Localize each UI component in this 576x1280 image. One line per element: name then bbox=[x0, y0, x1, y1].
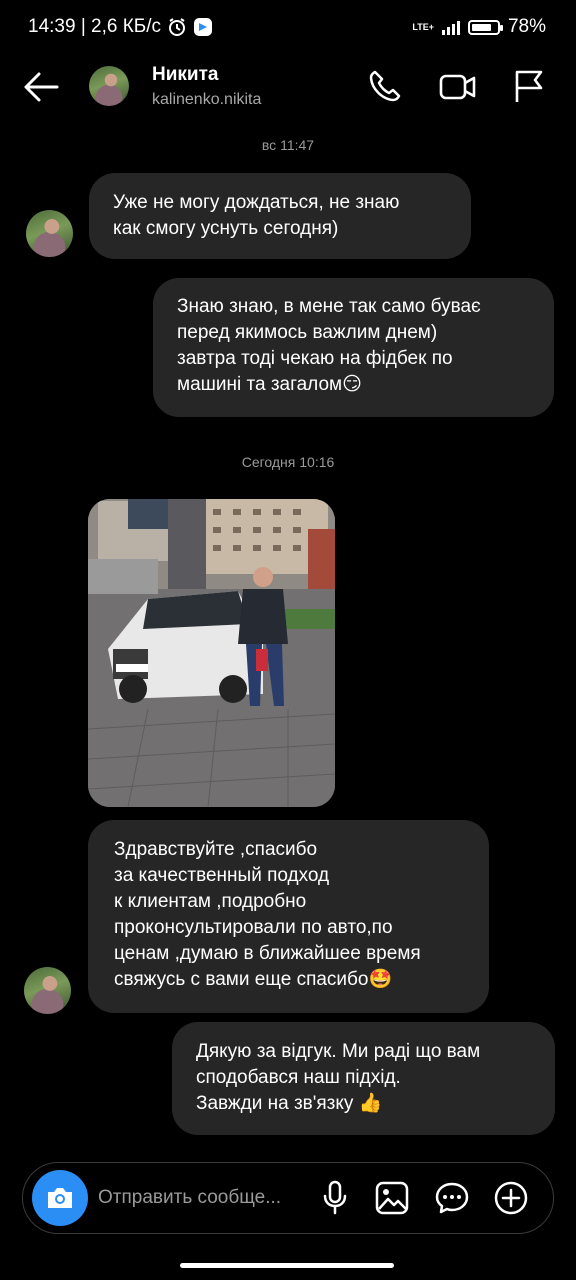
message-photo[interactable] bbox=[88, 499, 335, 807]
status-time: 14:39 | 2,6 КБ/с bbox=[28, 16, 162, 37]
message-received[interactable]: Здравствуйте ,спасибо за качественный по… bbox=[88, 820, 489, 1013]
contact-username[interactable]: kalinenko.nikita bbox=[152, 91, 261, 109]
home-indicator[interactable] bbox=[180, 1263, 394, 1268]
app-notification-icon bbox=[193, 17, 213, 37]
back-arrow-icon[interactable] bbox=[22, 70, 60, 104]
camera-button[interactable] bbox=[32, 1170, 88, 1226]
photo-image bbox=[88, 499, 335, 807]
timestamp: вс 11:47 bbox=[261, 137, 315, 153]
video-icon[interactable] bbox=[438, 70, 478, 104]
gallery-icon[interactable] bbox=[375, 1181, 409, 1215]
sticker-icon[interactable] bbox=[434, 1181, 470, 1215]
signal-icon bbox=[441, 19, 460, 35]
phone-icon[interactable] bbox=[367, 68, 403, 104]
battery-percent: 78% bbox=[507, 16, 546, 37]
avatar[interactable] bbox=[89, 66, 129, 106]
status-bar-left: 14:39 | 2,6 КБ/с bbox=[28, 16, 213, 38]
add-icon[interactable] bbox=[493, 1180, 529, 1216]
battery-icon bbox=[467, 19, 503, 35]
message-sent[interactable]: Знаю знаю, в мене так само буває перед я… bbox=[153, 278, 554, 417]
contact-name[interactable]: Никита bbox=[152, 64, 218, 86]
message-input[interactable]: Отправить сообще... bbox=[98, 1187, 281, 1209]
alarm-icon bbox=[167, 17, 187, 37]
camera-icon bbox=[45, 1185, 75, 1211]
sender-avatar[interactable] bbox=[24, 967, 71, 1014]
timestamp: Сегодня 10:16 bbox=[241, 454, 335, 470]
message-sent[interactable]: Дякую за відгук. Ми раді що вам сподобав… bbox=[172, 1022, 555, 1135]
flag-icon[interactable] bbox=[512, 68, 546, 104]
sender-avatar[interactable] bbox=[26, 210, 73, 257]
network-type: LTE+ bbox=[412, 22, 434, 32]
status-bar-right: LTE+ 78% bbox=[412, 16, 546, 38]
microphone-icon[interactable] bbox=[322, 1180, 348, 1216]
message-received[interactable]: Уже не могу дождаться, не знаю как смогу… bbox=[89, 173, 471, 259]
